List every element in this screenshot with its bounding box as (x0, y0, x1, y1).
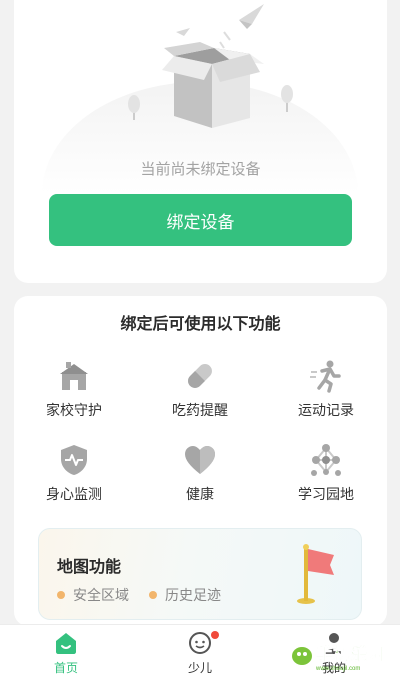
feature-school-guard[interactable]: 家校守护 (14, 358, 134, 428)
feature-health[interactable]: 健康 (140, 442, 260, 512)
watermark-url: www.shoujil.com (315, 666, 360, 672)
empty-device-card: 当前尚未绑定设备 绑定设备 (14, 0, 387, 283)
network-icon (311, 444, 341, 476)
feature-label: 家校守护 (46, 403, 102, 419)
bind-device-button[interactable]: 绑定设备 (49, 194, 352, 246)
feature-mind-body-monitor[interactable]: 身心监测 (14, 442, 134, 512)
feature-medicine-reminder[interactable]: 吃药提醒 (140, 358, 260, 428)
child-face-icon (189, 632, 211, 654)
notification-dot-icon (211, 631, 219, 639)
no-device-message: 当前尚未绑定设备 (140, 160, 261, 178)
feature-label: 吃药提醒 (172, 403, 228, 419)
map-item-safe-zone: 安全区域 (57, 585, 129, 605)
feature-label: 学习园地 (298, 487, 354, 503)
map-title: 地图功能 (57, 557, 122, 576)
feature-label: 健康 (186, 487, 214, 503)
nav-children[interactable]: 少儿 (160, 625, 240, 682)
shield-pulse-icon (61, 445, 87, 475)
map-item-label: 安全区域 (73, 588, 129, 604)
empty-box-illustration-icon (128, 4, 293, 128)
map-features-card[interactable]: 地图功能 安全区域 历史足迹 (38, 528, 362, 620)
feature-label: 运动记录 (298, 403, 354, 419)
flag-icon (297, 544, 334, 604)
features-card: 绑定后可使用以下功能 家校守护 吃药提醒 运动记录 身心监测 健康 学习园地 地… (14, 296, 387, 626)
feature-learning-garden[interactable]: 学习园地 (266, 442, 386, 512)
map-item-history: 历史足迹 (149, 585, 221, 605)
map-item-label: 历史足迹 (165, 588, 221, 604)
nav-label: 首页 (53, 661, 78, 675)
watermark-logo-icon: 手机乐园 www.shoujil.com (292, 644, 384, 672)
nav-label: 少儿 (187, 661, 212, 675)
bullet-dot-icon (57, 591, 65, 599)
heart-icon (185, 446, 215, 474)
features-title: 绑定后可使用以下功能 (120, 314, 281, 333)
pill-icon (188, 364, 212, 388)
runner-icon (310, 360, 341, 393)
home-icon (56, 633, 76, 654)
feature-label: 身心监测 (46, 487, 102, 503)
school-icon (60, 362, 88, 390)
bullet-dot-icon (149, 591, 157, 599)
nav-home[interactable]: 首页 (26, 625, 106, 682)
feature-exercise-record[interactable]: 运动记录 (266, 358, 386, 428)
watermark-text: 手机乐园 (316, 644, 384, 664)
